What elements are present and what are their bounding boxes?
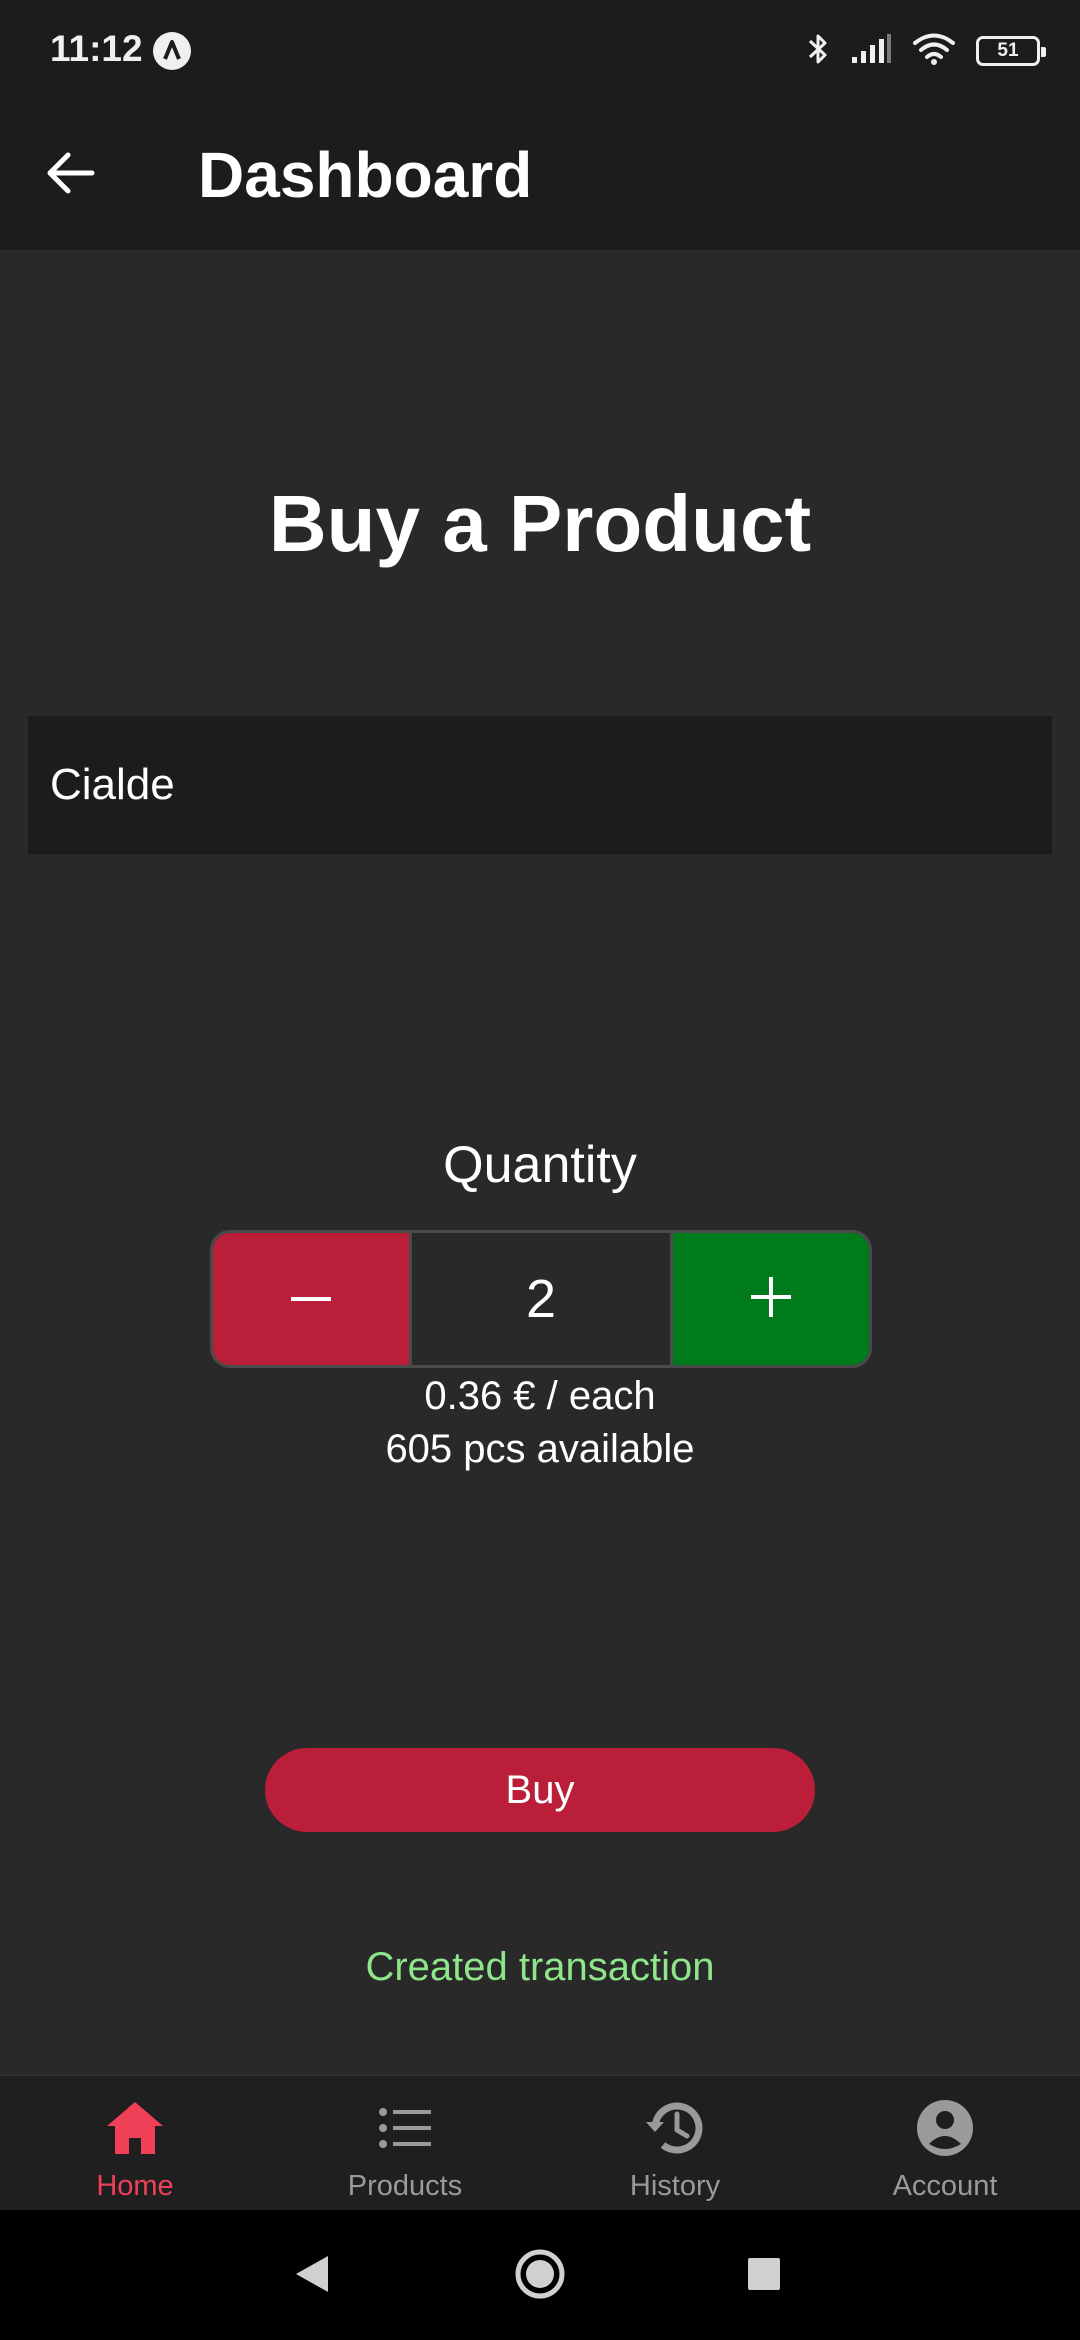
minus-icon	[291, 1290, 331, 1308]
nav-label-home: Home	[96, 2170, 174, 2202]
quantity-input[interactable]: 2	[409, 1233, 673, 1365]
app-bar: Dashboard	[0, 100, 1080, 250]
battery-level: 51	[997, 40, 1019, 61]
page-title: Buy a Product	[268, 479, 812, 568]
unit-price: 0.36 € / each	[424, 1374, 656, 1418]
nav-label-history: History	[629, 2170, 721, 2202]
decrease-quantity-button[interactable]	[213, 1233, 409, 1365]
system-nav-bar	[0, 2210, 1080, 2340]
status-time: 11:12	[50, 28, 143, 69]
bluetooth-icon	[806, 31, 830, 72]
signal-icon	[850, 33, 892, 70]
history-icon	[643, 2096, 707, 2160]
arrow-left-icon	[44, 151, 96, 200]
status-icons: 51	[806, 30, 1046, 72]
square-recents-icon	[747, 2257, 781, 2296]
nav-item-home[interactable]: Home	[0, 2076, 270, 2210]
nav-item-products[interactable]: Products	[270, 2076, 540, 2210]
account-icon	[913, 2096, 977, 2160]
back-button[interactable]	[30, 135, 110, 215]
buy-button[interactable]: Buy	[265, 1748, 815, 1832]
battery-icon: 51	[976, 36, 1046, 66]
plus-icon	[751, 1276, 791, 1322]
wifi-icon	[912, 32, 956, 71]
list-icon	[373, 2096, 437, 2160]
bottom-nav: Home Products History Account	[0, 2074, 1080, 2210]
nav-label-products: Products	[347, 2170, 463, 2202]
product-select[interactable]: Cialde	[28, 716, 1052, 854]
status-message: Created transaction	[365, 1945, 715, 1989]
app-notification-icon	[153, 32, 191, 70]
app-title: Dashboard	[198, 139, 533, 211]
quantity-stepper: 2	[210, 1230, 872, 1368]
home-icon	[103, 2096, 167, 2160]
increase-quantity-button[interactable]	[673, 1233, 869, 1365]
nav-label-account: Account	[892, 2170, 998, 2202]
system-home-button[interactable]	[512, 2248, 568, 2304]
status-bar: 11:12 51	[0, 0, 1080, 100]
quantity-label: Quantity	[443, 1136, 637, 1194]
stock-available: 605 pcs available	[385, 1427, 695, 1471]
system-recents-button[interactable]	[736, 2248, 792, 2304]
circle-home-icon	[514, 2248, 566, 2305]
system-back-button[interactable]	[284, 2248, 340, 2304]
triangle-back-icon	[294, 2254, 330, 2299]
product-value: Cialde	[50, 760, 175, 809]
nav-item-account[interactable]: Account	[810, 2076, 1080, 2210]
nav-item-history[interactable]: History	[540, 2076, 810, 2210]
